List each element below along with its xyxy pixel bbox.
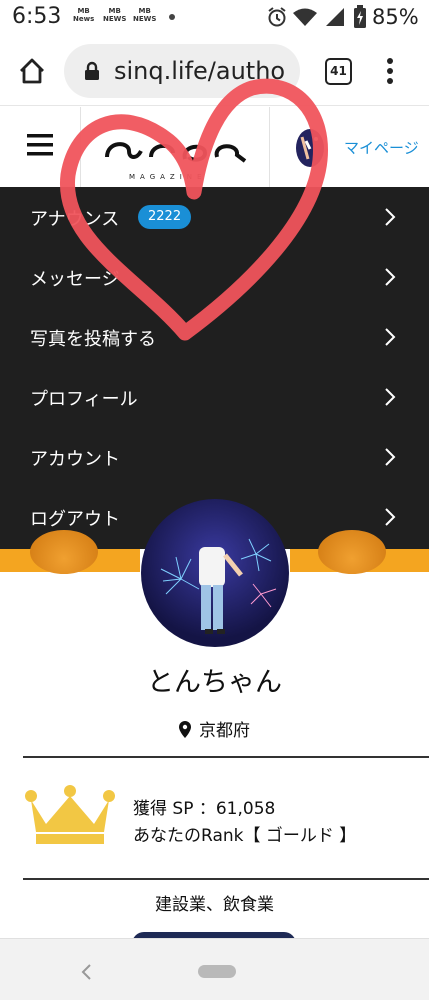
menu-item-label: アナウンス: [30, 209, 120, 230]
menu-item-label: アカウント: [30, 449, 120, 470]
announcement-count-badge: 2222: [138, 205, 192, 229]
notification-mbnews-icon: MB NEWS: [103, 7, 127, 23]
more-vert-icon[interactable]: [384, 57, 396, 85]
cover-orange-decoration: [30, 530, 98, 574]
map-pin-icon: [179, 721, 191, 738]
chevron-right-icon: [385, 508, 396, 526]
address-bar[interactable]: sinq.life/autho: [64, 44, 300, 98]
menu-item-post-photo[interactable]: 写真を投稿する: [0, 307, 429, 367]
hamburger-icon[interactable]: [27, 134, 53, 156]
chevron-right-icon: [385, 328, 396, 346]
battery-icon: [354, 5, 366, 28]
cover-orange-decoration: [318, 530, 386, 574]
chevron-right-icon: [385, 448, 396, 466]
notification-mbnews-icon: MB News: [73, 7, 95, 23]
crown-icon: [25, 785, 115, 844]
sinq-logo-mark: [105, 142, 247, 163]
lock-icon: [85, 61, 99, 80]
menu-item-announcement[interactable]: アナウンス 2222: [0, 187, 429, 247]
location-text: 京都府: [199, 721, 250, 741]
browser-toolbar: sinq.life/autho 41: [0, 36, 429, 106]
wifi-icon: [293, 8, 317, 26]
site-logo[interactable]: MAGAZINE: [80, 107, 270, 187]
divider: [23, 878, 429, 880]
notification-mbnews-icon: MB NEWS: [133, 7, 157, 23]
status-time: 6:53: [12, 4, 62, 29]
url-text: sinq.life/autho: [114, 57, 286, 85]
menu-item-label: 写真を投稿する: [30, 329, 156, 350]
logo-subtitle: MAGAZINE: [129, 173, 207, 181]
menu-item-account[interactable]: アカウント: [0, 427, 429, 487]
home-icon[interactable]: [18, 57, 46, 85]
fireworks-person-image: [160, 538, 277, 634]
avatar-small[interactable]: [296, 129, 324, 167]
profile-username: とんちゃん: [147, 667, 282, 698]
chevron-right-icon: [385, 388, 396, 406]
status-bar: 6:53 MB News MB NEWS MB NEWS 85%: [0, 0, 429, 36]
site-header: MAGAZINE マイページ: [0, 107, 429, 187]
menu-item-profile[interactable]: プロフィール: [0, 367, 429, 427]
profile-avatar: [141, 499, 289, 647]
menu-item-label: プロフィール: [30, 389, 138, 410]
menu-item-messages[interactable]: メッセージ: [0, 247, 429, 307]
chevron-right-icon: [385, 268, 396, 286]
chevron-right-icon: [385, 208, 396, 226]
profile-industry: 建設業、飲食業: [155, 895, 274, 915]
signal-icon: [326, 8, 344, 26]
battery-percent: 85%: [372, 5, 419, 29]
tabs-button[interactable]: 41: [325, 58, 352, 85]
more-notifications-dot: [169, 14, 175, 20]
back-icon[interactable]: [80, 963, 92, 981]
user-rank: あなたのRank【 ゴールド 】: [133, 826, 357, 846]
system-nav-bar: [0, 938, 429, 1000]
divider: [23, 756, 429, 758]
menu-item-label: メッセージ: [30, 269, 120, 290]
nav-menu: アナウンス 2222 メッセージ 写真を投稿する プロフィール アカウント ログ…: [0, 187, 429, 549]
menu-item-label: ログアウト: [30, 509, 120, 530]
home-gesture-pill[interactable]: [198, 965, 236, 978]
alarm-icon: [268, 7, 286, 27]
mypage-link[interactable]: マイページ: [344, 137, 419, 158]
profile-location: 京都府: [0, 716, 429, 741]
sp-points: 獲得 SP ：61,058: [133, 799, 276, 819]
